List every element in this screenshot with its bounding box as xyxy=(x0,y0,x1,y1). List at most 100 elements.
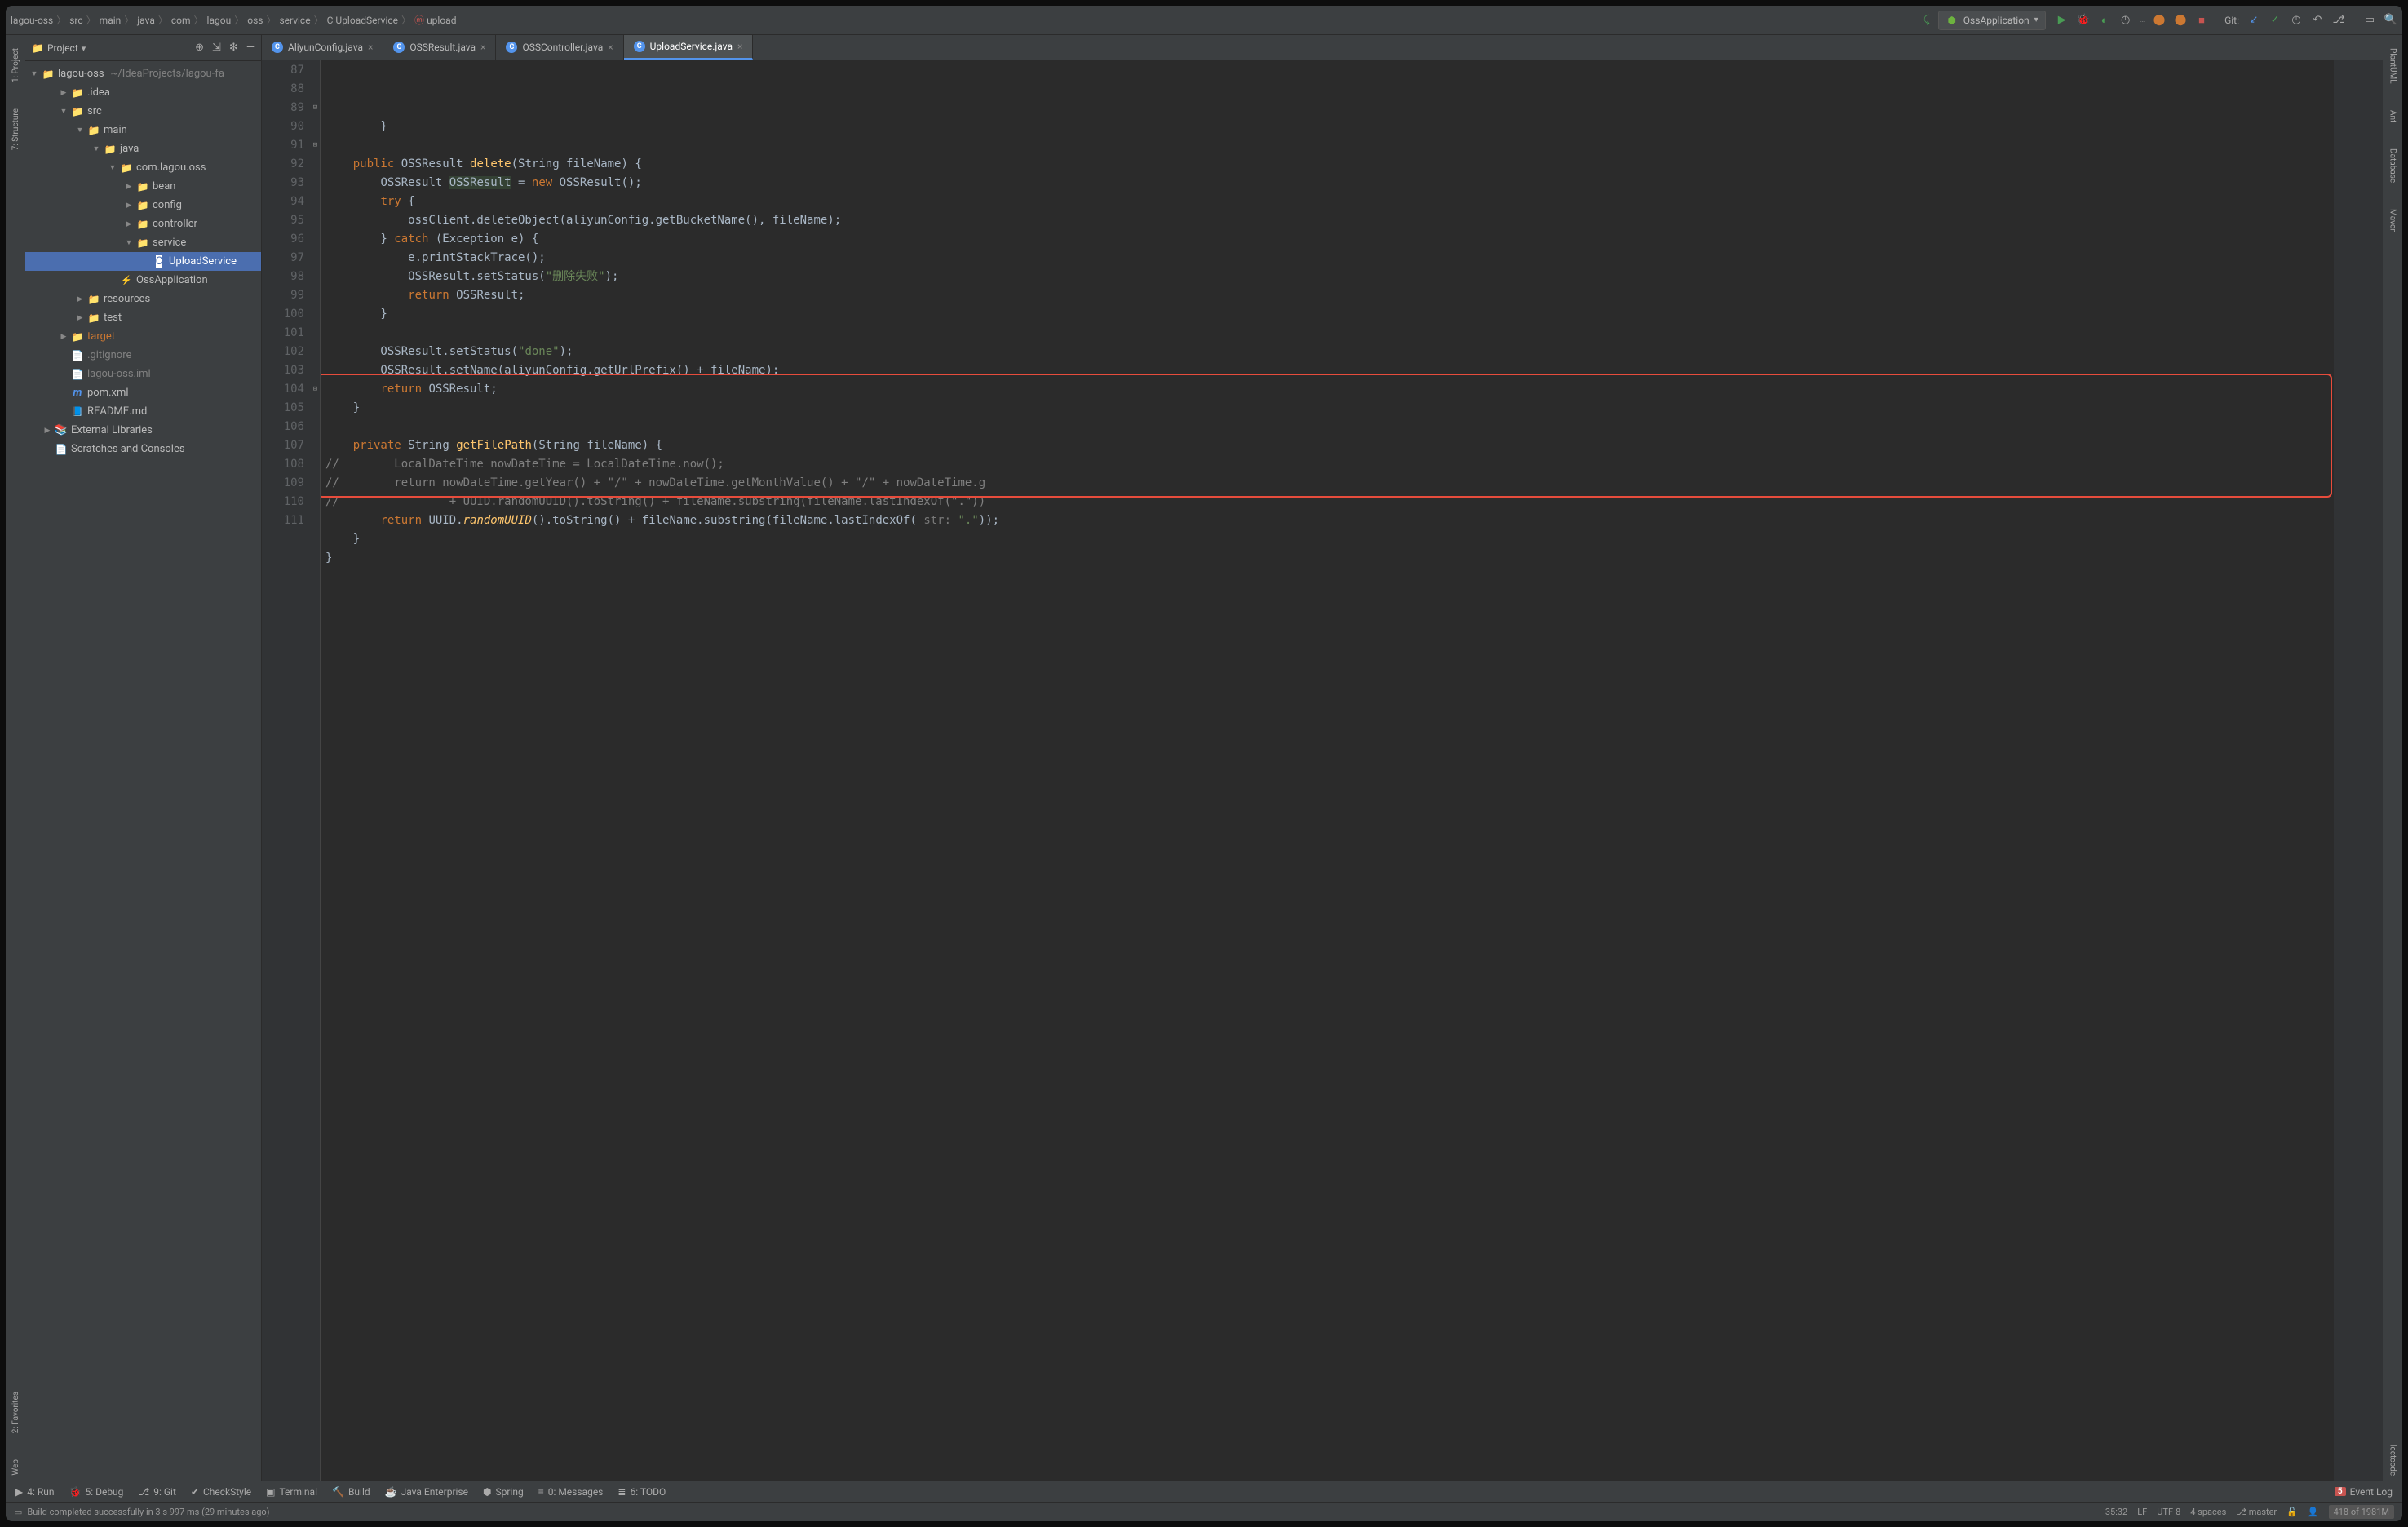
tree-row[interactable]: ▶target xyxy=(25,327,261,346)
tool-messages[interactable]: ≡ 0: Messages xyxy=(538,1486,604,1498)
locate-icon[interactable]: ⊕ xyxy=(195,42,204,54)
breadcrumb-item[interactable]: lagou xyxy=(207,15,232,26)
status-caret-pos[interactable]: 35:32 xyxy=(2105,1507,2127,1517)
project-panel-header: Project ⊕ ⇲ ✻ — xyxy=(25,35,261,61)
hammer-icon[interactable]: ⤹ xyxy=(1920,14,1933,27)
project-root[interactable]: lagou-oss xyxy=(58,68,104,80)
git-branch-icon[interactable]: ⎇ xyxy=(2332,14,2345,27)
tree-row[interactable]: .gitignore xyxy=(25,346,261,365)
tool-todo[interactable]: ≣ 6: TODO xyxy=(617,1486,666,1498)
close-icon[interactable]: × xyxy=(737,41,742,52)
tree-row[interactable]: ▶📚External Libraries xyxy=(25,421,261,440)
folder-icon xyxy=(71,106,84,117)
layout-icon[interactable]: ▭ xyxy=(2363,14,2376,27)
run-icon[interactable]: ▶ xyxy=(2056,14,2069,27)
tree-row[interactable]: ▶resources xyxy=(25,290,261,308)
tool-web[interactable]: Web xyxy=(11,1454,20,1481)
status-person-icon[interactable]: 👤 xyxy=(2308,1507,2319,1517)
expand-icon[interactable]: ⇲ xyxy=(212,42,221,54)
git-commit-icon[interactable]: ✓ xyxy=(2269,14,2282,27)
folder-icon xyxy=(87,312,100,324)
code-editor[interactable]: } public OSSResult delete(String fileNam… xyxy=(321,60,2334,1481)
tool-maven[interactable]: Maven xyxy=(2388,204,2397,238)
status-icon[interactable]: ▭ xyxy=(14,1507,22,1517)
breadcrumb-item[interactable]: src xyxy=(69,15,82,26)
tool-favorites[interactable]: 2: Favorites xyxy=(11,1387,20,1438)
breadcrumb-item[interactable]: com xyxy=(171,15,191,26)
tool-terminal[interactable]: ▣ Terminal xyxy=(266,1486,317,1498)
tree-row[interactable]: ▼java xyxy=(25,139,261,158)
tool-database[interactable]: Database xyxy=(2388,144,2397,188)
tree-row[interactable]: ▼main xyxy=(25,121,261,139)
hide-icon[interactable]: — xyxy=(246,42,255,54)
editor-area: CAliyunConfig.java×COSSResult.java×COSSC… xyxy=(262,35,2383,1481)
tool-checkstyle[interactable]: ✔ CheckStyle xyxy=(191,1486,251,1498)
status-encoding[interactable]: UTF-8 xyxy=(2157,1507,2180,1517)
tool-ant[interactable]: Ant xyxy=(2388,105,2397,127)
tree-row[interactable]: ▶config xyxy=(25,196,261,215)
tree-row[interactable]: ▼com.lagou.oss xyxy=(25,158,261,177)
tool-run[interactable]: ▶ 4: Run xyxy=(15,1486,55,1498)
tool-spring[interactable]: ⬢ Spring xyxy=(483,1486,524,1498)
tool-event-log[interactable]: 5 Event Log xyxy=(2335,1486,2393,1498)
editor-tab[interactable]: COSSResult.java× xyxy=(383,35,496,60)
status-branch[interactable]: ⎇ master xyxy=(2236,1507,2277,1517)
close-icon[interactable]: × xyxy=(480,42,485,53)
tree-row[interactable]: ▶.idea xyxy=(25,83,261,102)
project-tree[interactable]: ▼ lagou-oss ~/IdeaProjects/lagou-fa ▶.id… xyxy=(25,61,261,1481)
close-icon[interactable]: × xyxy=(368,42,373,53)
tree-row[interactable]: CUploadService xyxy=(25,252,261,271)
coverage-icon[interactable]: ◐ xyxy=(2098,14,2111,27)
breadcrumb-item[interactable]: oss xyxy=(247,15,263,26)
tree-row[interactable]: mpom.xml xyxy=(25,383,261,402)
tree-row[interactable]: ▶bean xyxy=(25,177,261,196)
run-configuration-select[interactable]: ⬢ OssApplication ▾ xyxy=(1938,11,2046,30)
breadcrumb-item[interactable]: lagou-oss xyxy=(11,15,53,26)
breadcrumb-item[interactable]: service xyxy=(279,15,310,26)
editor-tab[interactable]: COSSController.java× xyxy=(496,35,623,60)
project-panel-title[interactable]: Project xyxy=(32,42,190,54)
tree-row[interactable]: ▼service xyxy=(25,233,261,252)
profile-icon[interactable]: ◷ xyxy=(2119,14,2132,27)
tool-plantuml[interactable]: PlantUML xyxy=(2388,43,2397,89)
breadcrumb-item[interactable]: CUploadService xyxy=(327,15,398,26)
tool-debug[interactable]: 🐞 5: Debug xyxy=(69,1486,124,1498)
status-indent[interactable]: 4 spaces xyxy=(2190,1507,2226,1517)
tree-row[interactable]: ▶controller xyxy=(25,215,261,233)
tool-structure[interactable]: 7: Structure xyxy=(11,104,20,155)
git-update-icon[interactable]: ↙ xyxy=(2247,14,2260,27)
gutter-fold[interactable]: ⊟⊟⊟ xyxy=(311,60,321,1481)
gear-icon[interactable]: ✻ xyxy=(229,42,238,54)
breadcrumb-item[interactable]: ⓜupload xyxy=(414,13,456,27)
tree-row[interactable]: ▶test xyxy=(25,308,261,327)
tree-row[interactable]: ▼src xyxy=(25,102,261,121)
folder-icon xyxy=(87,125,100,136)
tool-git[interactable]: ⎇ 9: Git xyxy=(138,1486,175,1498)
breadcrumb-item[interactable]: java xyxy=(137,15,155,26)
tool-java-enterprise[interactable]: ☕ Java Enterprise xyxy=(385,1486,468,1498)
editor-tab[interactable]: CUploadService.java× xyxy=(624,35,754,60)
debug-icon[interactable]: 🐞 xyxy=(2077,14,2090,27)
tool-project[interactable]: 1: Project xyxy=(11,43,20,87)
tree-row[interactable]: README.md xyxy=(25,402,261,421)
tree-row[interactable]: Scratches and Consoles xyxy=(25,440,261,458)
lock-icon[interactable] xyxy=(2286,1507,2298,1517)
git-history-icon[interactable]: ◷ xyxy=(2290,14,2303,27)
breadcrumb-item[interactable]: main xyxy=(100,15,122,26)
tree-row[interactable]: OssApplication xyxy=(25,271,261,290)
editor-tab[interactable]: CAliyunConfig.java× xyxy=(262,35,383,60)
status-memory[interactable]: 418 of 1981M xyxy=(2329,1505,2394,1519)
close-icon[interactable]: × xyxy=(608,42,613,53)
tool-build[interactable]: 🔨 Build xyxy=(332,1486,370,1498)
breadcrumb[interactable]: lagou-oss〉src〉main〉java〉com〉lagou〉oss〉se… xyxy=(11,13,456,27)
folder-icon xyxy=(104,144,117,155)
status-line-separator[interactable]: LF xyxy=(2137,1507,2147,1517)
tree-row[interactable]: lagou-oss.iml xyxy=(25,365,261,383)
tool-leetcode[interactable]: leetcode xyxy=(2388,1440,2397,1481)
minimap[interactable] xyxy=(2334,60,2383,1481)
git-revert-icon[interactable]: ↶ xyxy=(2311,14,2324,27)
stop-icon[interactable]: ■ xyxy=(2195,14,2208,27)
attach-icon-2[interactable]: ⬤ xyxy=(2174,14,2187,27)
search-icon[interactable]: 🔍 xyxy=(2384,14,2397,27)
attach-icon[interactable]: ⬤ xyxy=(2153,14,2166,27)
